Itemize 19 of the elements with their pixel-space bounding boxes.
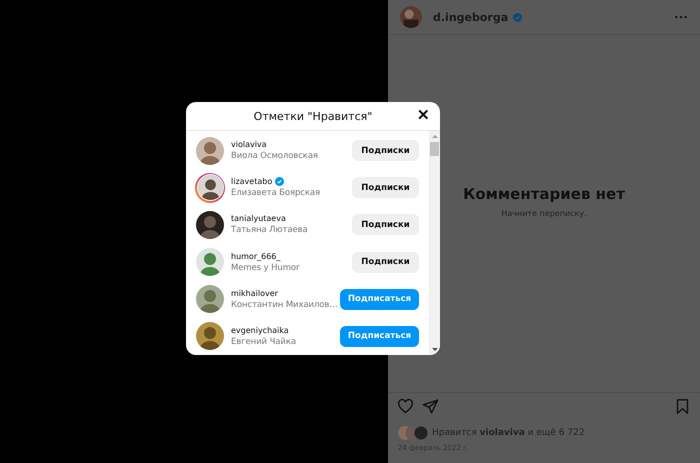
full-name: Виола Осмоловская [231, 151, 319, 162]
username[interactable]: violaviva [231, 140, 267, 150]
full-name: Татьяна Лютаева [231, 225, 309, 236]
empty-comments-subtitle: Начните переписку. [501, 208, 587, 218]
username[interactable]: mikhailover [231, 288, 278, 298]
close-button[interactable]: ✕ [417, 106, 430, 124]
dialog-title: Отметки "Нравится" [254, 110, 372, 122]
full-name: Memes y Humor [231, 262, 300, 273]
following-button[interactable]: Подписки [352, 214, 419, 236]
username[interactable]: tanialyutaeva [231, 214, 286, 224]
empty-comments-title: Комментариев нет [463, 184, 625, 202]
following-button[interactable]: Подписки [352, 252, 419, 273]
following-button[interactable]: Подписки [352, 177, 419, 198]
full-name: Елизавета Боярская [231, 188, 322, 198]
username[interactable]: evgeniychaika [231, 326, 289, 335]
username[interactable]: humor_666_ [231, 252, 280, 261]
full-name: Евгений Чайка [231, 336, 297, 347]
username[interactable]: lizavetabo [231, 177, 272, 186]
following-button[interactable]: Подписки [352, 140, 419, 162]
